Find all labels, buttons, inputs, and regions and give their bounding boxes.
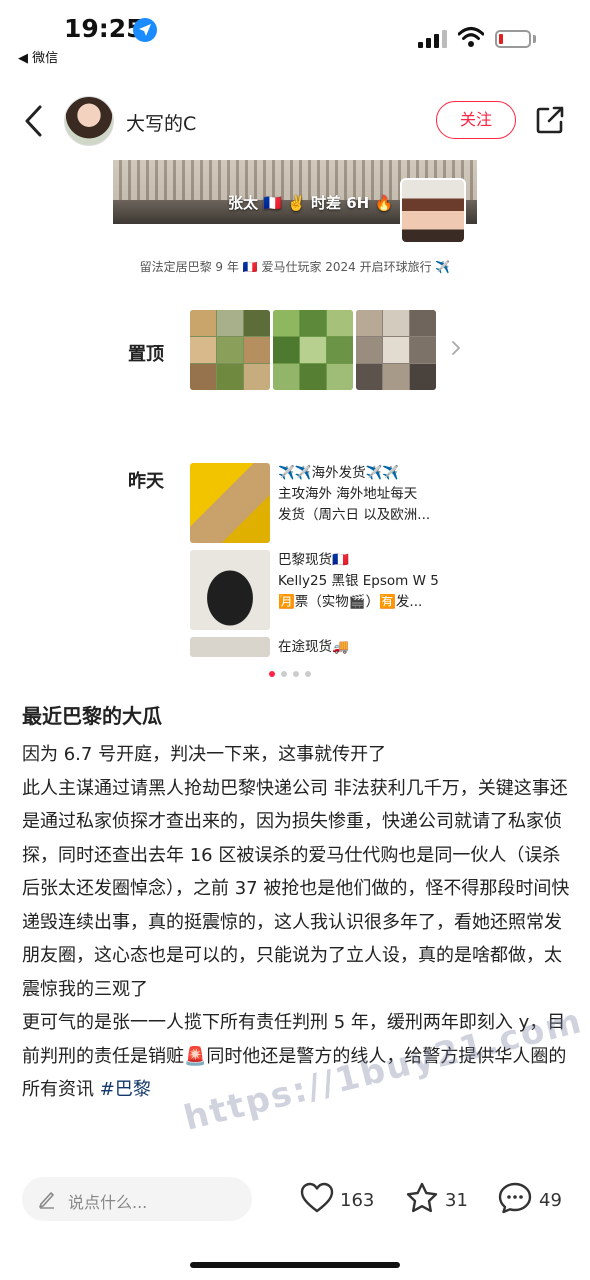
item-thumbnail [190, 637, 270, 657]
list-item[interactable]: ✈️✈️海外发货✈️✈️ 主攻海外 海外地址每天 发货（周六日 以及欧洲... [190, 463, 460, 547]
battery-tip [533, 35, 536, 43]
engagement-bar: 说点什么... 163 31 49 [0, 1172, 590, 1228]
item-text: ✈️✈️海外发货✈️✈️ 主攻海外 海外地址每天 发货（周六日 以及欧洲... [278, 465, 431, 523]
profile-bio: 留法定居巴黎 9 年 🇫🇷 爱马仕玩家 2024 开启环球旅行 ✈️ [139, 260, 451, 274]
author-avatar[interactable] [64, 96, 114, 146]
follow-button[interactable]: 关注 [436, 101, 516, 139]
list-item[interactable]: 巴黎现货🇫🇷 Kelly25 黑银 Epsom W 5 🈷️票（实物🎬）🈶发..… [190, 550, 460, 634]
pinned-thumb[interactable] [273, 310, 353, 390]
yesterday-label: 昨天 [128, 471, 164, 492]
profile-header: 大写的C 关注 [0, 88, 590, 154]
author-name[interactable]: 大写的C [126, 109, 196, 136]
pinned-label: 置顶 [128, 344, 164, 365]
hashtag-link[interactable]: #巴黎 [100, 1079, 151, 1100]
battery-icon [495, 30, 531, 48]
collect-button[interactable]: 31 [405, 1178, 475, 1218]
heart-icon [300, 1182, 334, 1213]
like-button[interactable]: 163 [300, 1178, 380, 1218]
back-chevron-icon[interactable] [20, 104, 48, 138]
comment-bubble-icon [498, 1182, 532, 1214]
comment-input[interactable]: 说点什么... [22, 1177, 252, 1221]
status-time: 19:25 [64, 14, 144, 43]
pinned-thumb[interactable] [190, 310, 270, 390]
banner-portrait-photo [400, 178, 466, 244]
post-paragraph: 此人主谋通过请黑人抢劫巴黎快递公司 非法获利几千万，关键这事还是通过私家侦探才查… [22, 777, 570, 1000]
share-icon[interactable] [535, 105, 565, 135]
banner-text: 张太 🇫🇷 ✌️ 时差 6H 🔥 [228, 194, 394, 212]
chevron-right-icon[interactable] [451, 340, 461, 356]
pinned-thumb[interactable] [356, 310, 436, 390]
home-indicator[interactable] [190, 1262, 400, 1268]
cellular-signal-icon [418, 30, 448, 48]
back-to-wechat-link[interactable]: ◀ 微信 [18, 47, 58, 66]
list-item[interactable]: 在途现货🚚 [190, 637, 460, 657]
like-count: 163 [340, 1190, 375, 1211]
post-paragraph: 因为 6.7 号开庭，判决一下来，这事就传开了 [22, 744, 387, 765]
item-thumbnail [190, 463, 270, 543]
star-icon [406, 1182, 438, 1213]
wifi-icon [458, 27, 484, 47]
item-thumbnail [190, 550, 270, 630]
comment-button[interactable]: 49 [498, 1178, 570, 1218]
item-text: 在途现货🚚 [278, 639, 349, 655]
comment-count: 49 [539, 1190, 562, 1211]
location-arrow-icon [133, 18, 157, 42]
pencil-icon [39, 1192, 54, 1209]
status-bar: 19:25 ◀ 微信 [0, 0, 590, 70]
post-title: 最近巴黎的大瓜 [22, 704, 162, 728]
collect-count: 31 [445, 1190, 468, 1211]
comment-placeholder: 说点什么... [68, 1193, 148, 1212]
item-text: 巴黎现货🇫🇷 Kelly25 黑银 Epsom W 5 🈷️票（实物🎬）🈶发..… [278, 552, 439, 610]
